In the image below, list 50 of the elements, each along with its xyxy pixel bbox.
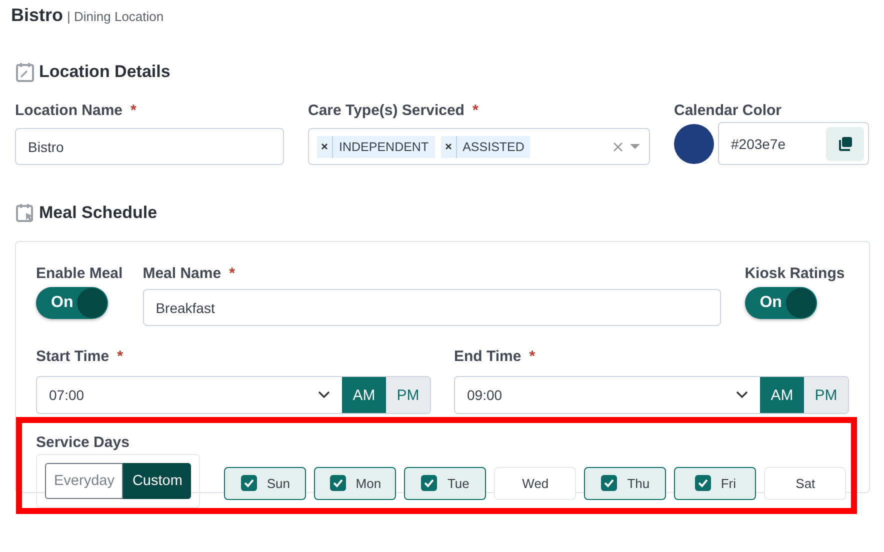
day-button[interactable]: Sat bbox=[764, 466, 846, 500]
tag-chip[interactable]: ASSISTED bbox=[440, 136, 530, 158]
day-button[interactable]: Tue bbox=[404, 466, 486, 500]
toggle-switch[interactable]: On bbox=[744, 287, 817, 319]
checkbox-icon bbox=[421, 475, 438, 491]
color-value: #203e7e bbox=[731, 136, 786, 152]
day-button[interactable]: Thu bbox=[584, 466, 666, 500]
field-label: Enable Meal bbox=[36, 264, 123, 282]
remove-icon bbox=[444, 143, 452, 150]
toggle-switch[interactable]: On bbox=[36, 287, 108, 319]
required-mark: * bbox=[529, 348, 536, 364]
field-label: Start Time bbox=[36, 348, 110, 364]
tag-chip[interactable]: INDEPENDENT bbox=[317, 136, 435, 158]
mode-button[interactable]: Custom bbox=[123, 463, 192, 499]
day-button[interactable]: Fri bbox=[674, 466, 756, 500]
day-button[interactable]: Mon bbox=[314, 466, 396, 500]
text-field[interactable]: Breakfast bbox=[142, 289, 721, 326]
day-button[interactable]: Wed bbox=[494, 466, 576, 500]
copy-button[interactable] bbox=[826, 126, 864, 160]
field-label: Location Name bbox=[15, 102, 123, 118]
field-label: Service Days bbox=[36, 434, 130, 450]
checkbox-icon bbox=[601, 475, 618, 491]
checkbox-icon bbox=[330, 475, 346, 491]
copy-icon bbox=[837, 136, 853, 152]
section-heading: Meal Schedule bbox=[39, 203, 158, 223]
field-label: Calendar Color bbox=[674, 102, 782, 118]
field-label: End Time bbox=[454, 348, 522, 364]
required-mark: * bbox=[117, 348, 123, 364]
required-mark: * bbox=[229, 264, 235, 282]
mode-button[interactable]: Everyday bbox=[45, 463, 124, 499]
field-label: Meal Name bbox=[142, 264, 222, 282]
required-mark: * bbox=[130, 102, 136, 118]
color-field[interactable]: #203e7e bbox=[718, 122, 869, 165]
calendar-cursor-icon bbox=[15, 203, 35, 223]
checkbox-icon bbox=[694, 475, 711, 491]
field-label: Kiosk Ratings bbox=[744, 264, 845, 282]
edit-calendar-icon bbox=[15, 62, 35, 82]
page-title: Bistro bbox=[11, 5, 64, 26]
day-button[interactable]: Sun bbox=[224, 466, 306, 500]
caret-icon bbox=[629, 143, 641, 150]
page-subtitle: | Dining Location bbox=[67, 9, 164, 24]
checkbox-icon bbox=[240, 475, 257, 491]
field-label: Care Type(s) Serviced bbox=[308, 102, 464, 118]
section-heading: Location Details bbox=[39, 62, 170, 82]
text-field[interactable]: Bistro bbox=[15, 128, 284, 165]
clear-icon bbox=[613, 142, 623, 152]
color-swatch[interactable] bbox=[674, 124, 714, 164]
required-mark: * bbox=[472, 102, 478, 118]
multi-select-field[interactable]: INDEPENDENT ASSISTED bbox=[308, 128, 650, 165]
remove-icon bbox=[321, 143, 328, 150]
